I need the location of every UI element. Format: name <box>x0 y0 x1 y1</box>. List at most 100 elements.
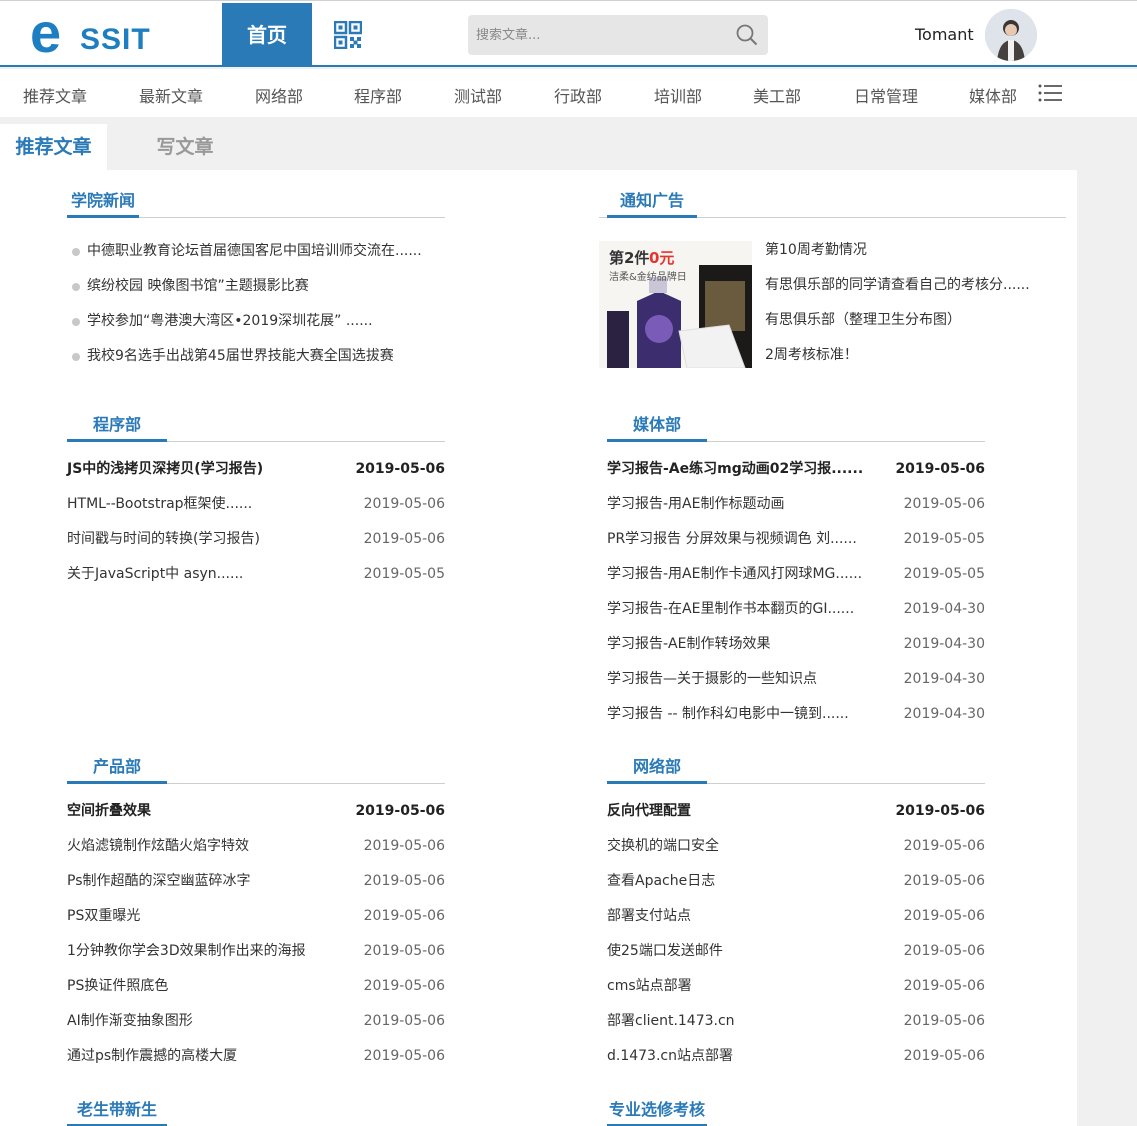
menu-icon[interactable] <box>1038 83 1062 103</box>
section-title[interactable]: 通知广告 <box>607 187 697 218</box>
article-item[interactable]: 使25端口发送邮件 2019-05-06 <box>607 934 985 969</box>
section-title[interactable]: 网络部 <box>607 753 707 784</box>
article-title[interactable]: 通过ps制作震撼的高楼大厦 <box>67 1039 237 1074</box>
article-title[interactable]: 学习报告 -- 制作科幻电影中一镜到...... <box>607 697 849 732</box>
article-item[interactable]: d.1473.cn站点部署 2019-05-06 <box>607 1039 985 1074</box>
category-training[interactable]: 培训部 <box>654 83 702 107</box>
category-network[interactable]: 网络部 <box>255 83 303 107</box>
article-item[interactable]: 空间折叠效果 2019-05-06 <box>67 794 445 829</box>
article-item[interactable]: 学习报告-在AE里制作书本翻页的GI...... 2019-04-30 <box>607 592 985 627</box>
article-title[interactable]: Ps制作超酷的深空幽蓝碎冰字 <box>67 864 251 899</box>
article-item[interactable]: 关于JavaScript中 asyn...... 2019-05-05 <box>67 557 445 592</box>
search-icon[interactable] <box>736 24 758 46</box>
article-title[interactable]: 反向代理配置 <box>607 794 691 829</box>
article-title[interactable]: 学习报告-AE制作转场效果 <box>607 627 770 662</box>
article-title[interactable]: PR学习报告 分屏效果与视频调色 刘...... <box>607 522 857 557</box>
article-title[interactable]: 学习报告-在AE里制作书本翻页的GI...... <box>607 592 854 627</box>
article-title[interactable]: 学习报告-Ae练习mg动画02学习报...... <box>607 452 863 487</box>
article-title[interactable]: PS换证件照底色 <box>67 969 168 1004</box>
category-test[interactable]: 测试部 <box>454 83 502 107</box>
section-title[interactable]: 产品部 <box>67 753 167 784</box>
news-item[interactable]: 我校9名选手出战第45届世界技能大赛全国选拔赛 <box>67 339 445 374</box>
news-item[interactable]: 中德职业教育论坛首届德国客尼中国培训师交流在...... <box>67 234 445 269</box>
category-art[interactable]: 美工部 <box>753 83 801 107</box>
article-title[interactable]: PS双重曝光 <box>67 899 140 934</box>
article-item[interactable]: 学习报告-用AE制作标题动画 2019-05-06 <box>607 487 985 522</box>
tab-write-article[interactable]: 写文章 <box>130 124 240 170</box>
tab-recommended[interactable]: 推荐文章 <box>0 124 107 170</box>
notice-item[interactable]: 第10周考勤情况 <box>765 233 1065 268</box>
qr-code-icon[interactable] <box>334 21 362 49</box>
section-title[interactable]: 老生带新生 <box>67 1096 167 1126</box>
ad-banner-image[interactable]: 第2件 0元 洁柔&金纺品牌日 <box>599 241 752 368</box>
article-title[interactable]: cms站点部署 <box>607 969 692 1004</box>
article-list: 空间折叠效果 2019-05-06 火焰滤镜制作炫酷火焰字特效 2019-05-06… <box>67 794 445 1074</box>
article-title[interactable]: AI制作渐变抽象图形 <box>67 1004 193 1039</box>
article-item[interactable]: PR学习报告 分屏效果与视频调色 刘...... 2019-05-05 <box>607 522 985 557</box>
article-title[interactable]: 1分钟教你学会3D效果制作出来的海报 <box>67 934 306 969</box>
notice-item[interactable]: 有思俱乐部（整理卫生分布图） <box>765 303 1065 338</box>
article-title[interactable]: 火焰滤镜制作炫酷火焰字特效 <box>67 829 249 864</box>
news-item[interactable]: 学校参加“粤港澳大湾区•2019深圳花展” ...... <box>67 304 445 339</box>
article-title[interactable]: 交换机的端口安全 <box>607 829 719 864</box>
article-date: 2019-05-06 <box>363 531 445 547</box>
article-item[interactable]: 学习报告-用AE制作卡通风打网球MG...... 2019-05-05 <box>607 557 985 592</box>
notice-item[interactable]: 有思俱乐部的同学请查看自己的考核分...... <box>765 268 1065 303</box>
article-item[interactable]: 学习报告-AE制作转场效果 2019-04-30 <box>607 627 985 662</box>
article-item[interactable]: AI制作渐变抽象图形 2019-05-06 <box>67 1004 445 1039</box>
category-latest[interactable]: 最新文章 <box>139 83 203 107</box>
article-item[interactable]: 部署支付站点 2019-05-06 <box>607 899 985 934</box>
article-item[interactable]: PS双重曝光 2019-05-06 <box>67 899 445 934</box>
category-media[interactable]: 媒体部 <box>969 83 1017 107</box>
article-item[interactable]: PS换证件照底色 2019-05-06 <box>67 969 445 1004</box>
category-recommended[interactable]: 推荐文章 <box>23 83 87 107</box>
article-title[interactable]: HTML--Bootstrap框架使...... <box>67 487 252 522</box>
article-item[interactable]: 火焰滤镜制作炫酷火焰字特效 2019-05-06 <box>67 829 445 864</box>
article-item[interactable]: JS中的浅拷贝深拷贝(学习报告) 2019-05-06 <box>67 452 445 487</box>
article-item[interactable]: 学习报告 -- 制作科幻电影中一镜到...... 2019-04-30 <box>607 697 985 732</box>
nav-home-button[interactable]: 首页 <box>222 3 312 67</box>
username[interactable]: Tomant <box>915 25 974 44</box>
article-item[interactable]: 部署client.1473.cn 2019-05-06 <box>607 1004 985 1039</box>
article-item[interactable]: 查看Apache日志 2019-05-06 <box>607 864 985 899</box>
article-item[interactable]: Ps制作超酷的深空幽蓝碎冰字 2019-05-06 <box>67 864 445 899</box>
section-title[interactable]: 程序部 <box>67 411 167 442</box>
notice-item[interactable]: 2周考核标准！ <box>765 338 1065 373</box>
article-item[interactable]: 学习报告—关于摄影的一些知识点 2019-04-30 <box>607 662 985 697</box>
user-avatar[interactable] <box>985 9 1037 61</box>
article-title[interactable]: 学习报告-用AE制作标题动画 <box>607 487 784 522</box>
news-item[interactable]: 缤纷校园 映像图书馆”主题摄影比赛 <box>67 269 445 304</box>
article-date: 2019-05-06 <box>903 978 985 994</box>
article-title[interactable]: 部署支付站点 <box>607 899 691 934</box>
article-item[interactable]: 1分钟教你学会3D效果制作出来的海报 2019-05-06 <box>67 934 445 969</box>
article-title[interactable]: 查看Apache日志 <box>607 864 715 899</box>
article-title[interactable]: 时间戳与时间的转换(学习报告) <box>67 522 260 557</box>
article-title[interactable]: 部署client.1473.cn <box>607 1004 735 1039</box>
product-section: 产品部 空间折叠效果 2019-05-06 火焰滤镜制作炫酷火焰字特效 2019-0… <box>67 736 445 1074</box>
section-header: 通知广告 <box>599 170 1066 218</box>
article-title[interactable]: JS中的浅拷贝深拷贝(学习报告) <box>67 452 263 487</box>
section-title[interactable]: 学院新闻 <box>67 187 139 218</box>
article-title[interactable]: 空间折叠效果 <box>67 794 151 829</box>
article-title[interactable]: 学习报告-用AE制作卡通风打网球MG...... <box>607 557 862 592</box>
article-item[interactable]: 交换机的端口安全 2019-05-06 <box>607 829 985 864</box>
site-logo[interactable]: e SSIT <box>30 5 160 61</box>
article-item[interactable]: 反向代理配置 2019-05-06 <box>607 794 985 829</box>
article-item[interactable]: cms站点部署 2019-05-06 <box>607 969 985 1004</box>
article-item[interactable]: 通过ps制作震撼的高楼大厦 2019-05-06 <box>67 1039 445 1074</box>
category-program[interactable]: 程序部 <box>354 83 402 107</box>
article-title[interactable]: 关于JavaScript中 asyn...... <box>67 557 243 592</box>
section-title[interactable]: 媒体部 <box>607 411 707 442</box>
article-title[interactable]: 学习报告—关于摄影的一些知识点 <box>607 662 817 697</box>
article-title[interactable]: 使25端口发送邮件 <box>607 934 723 969</box>
network-section: 网络部 反向代理配置 2019-05-06 交换机的端口安全 2019-05-06 … <box>607 736 985 1074</box>
article-item[interactable]: HTML--Bootstrap框架使...... 2019-05-06 <box>67 487 445 522</box>
section-title[interactable]: 专业选修考核 <box>607 1096 707 1126</box>
category-admin[interactable]: 行政部 <box>554 83 602 107</box>
article-item[interactable]: 时间戳与时间的转换(学习报告) 2019-05-06 <box>67 522 445 557</box>
search-input[interactable] <box>476 15 726 55</box>
article-date: 2019-05-06 <box>355 803 445 819</box>
category-daily[interactable]: 日常管理 <box>854 83 918 107</box>
article-title[interactable]: d.1473.cn站点部署 <box>607 1039 733 1074</box>
article-item[interactable]: 学习报告-Ae练习mg动画02学习报...... 2019-05-06 <box>607 452 985 487</box>
